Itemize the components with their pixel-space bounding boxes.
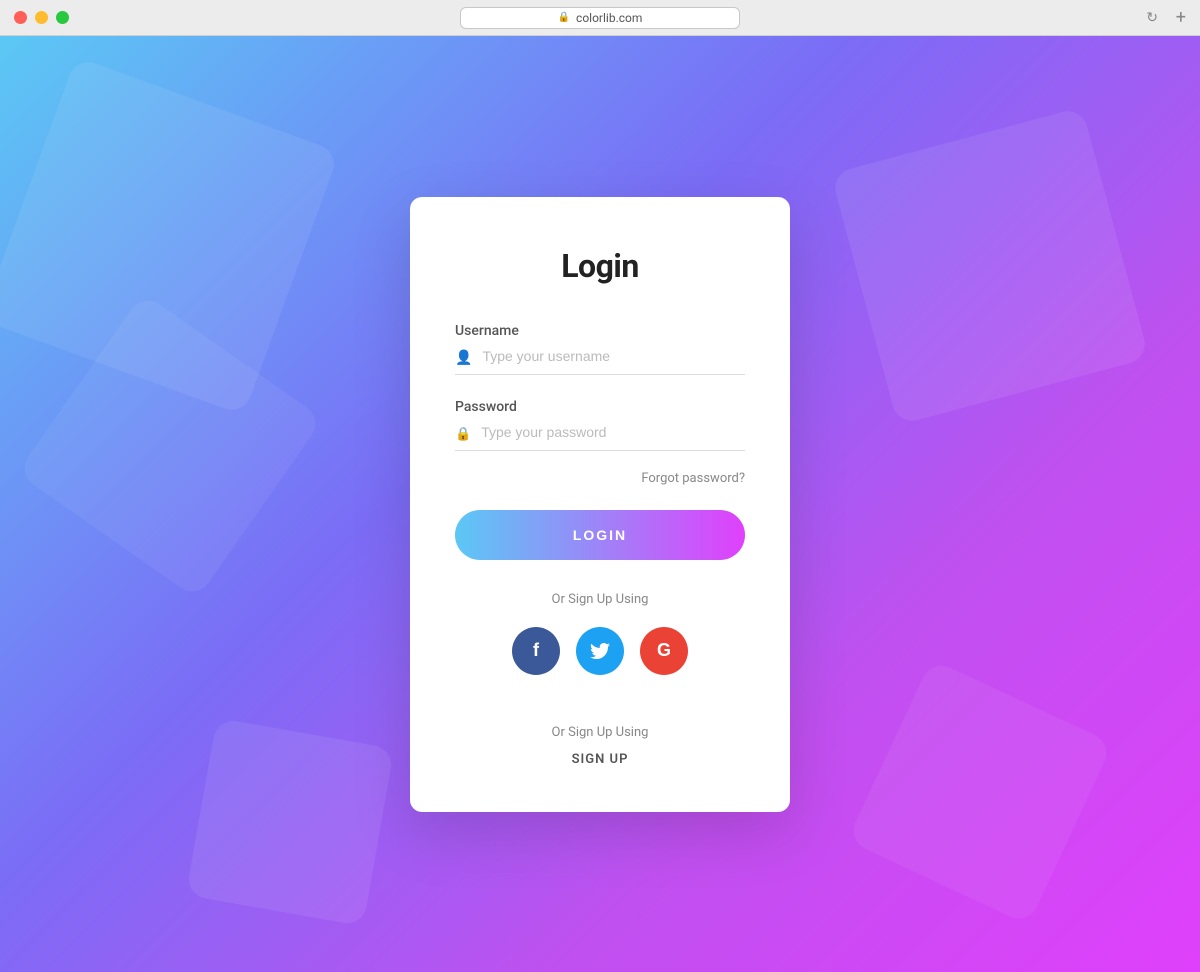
bg-shape-5 bbox=[186, 718, 395, 927]
or-sign-up-text-2: Or Sign Up Using bbox=[455, 725, 745, 740]
facebook-button[interactable]: f bbox=[512, 627, 560, 675]
card-title: Login bbox=[455, 247, 745, 285]
password-input-wrapper bbox=[455, 423, 745, 451]
login-button[interactable]: LOGIN bbox=[455, 510, 745, 560]
close-button[interactable] bbox=[14, 11, 27, 24]
lock-field-icon bbox=[455, 423, 471, 442]
username-label: Username bbox=[455, 323, 745, 339]
password-group: Password bbox=[455, 399, 745, 451]
twitter-button[interactable] bbox=[576, 627, 624, 675]
traffic-lights bbox=[14, 11, 69, 24]
window-chrome: 🔒 colorlib.com ↻ + bbox=[0, 0, 1200, 36]
google-button[interactable]: G bbox=[640, 627, 688, 675]
username-group: Username bbox=[455, 323, 745, 375]
lock-icon: 🔒 bbox=[558, 12, 570, 23]
password-label: Password bbox=[455, 399, 745, 415]
signup-link[interactable]: SIGN UP bbox=[455, 752, 745, 767]
social-icons: f G bbox=[455, 627, 745, 675]
main-content: Login Username Password Forgot password?… bbox=[0, 36, 1200, 972]
reload-icon[interactable]: ↻ bbox=[1146, 10, 1158, 26]
maximize-button[interactable] bbox=[56, 11, 69, 24]
new-tab-button[interactable]: + bbox=[1176, 7, 1186, 28]
username-input-wrapper bbox=[455, 347, 745, 375]
address-text: colorlib.com bbox=[576, 11, 642, 25]
forgot-password-link[interactable]: Forgot password? bbox=[641, 471, 745, 486]
person-icon bbox=[455, 347, 472, 366]
address-bar[interactable]: 🔒 colorlib.com bbox=[460, 7, 740, 29]
login-card: Login Username Password Forgot password?… bbox=[410, 197, 790, 812]
password-input[interactable] bbox=[481, 424, 745, 440]
or-sign-up-text: Or Sign Up Using bbox=[455, 592, 745, 607]
forgot-password-container: Forgot password? bbox=[455, 467, 745, 486]
minimize-button[interactable] bbox=[35, 11, 48, 24]
username-input[interactable] bbox=[482, 348, 745, 364]
